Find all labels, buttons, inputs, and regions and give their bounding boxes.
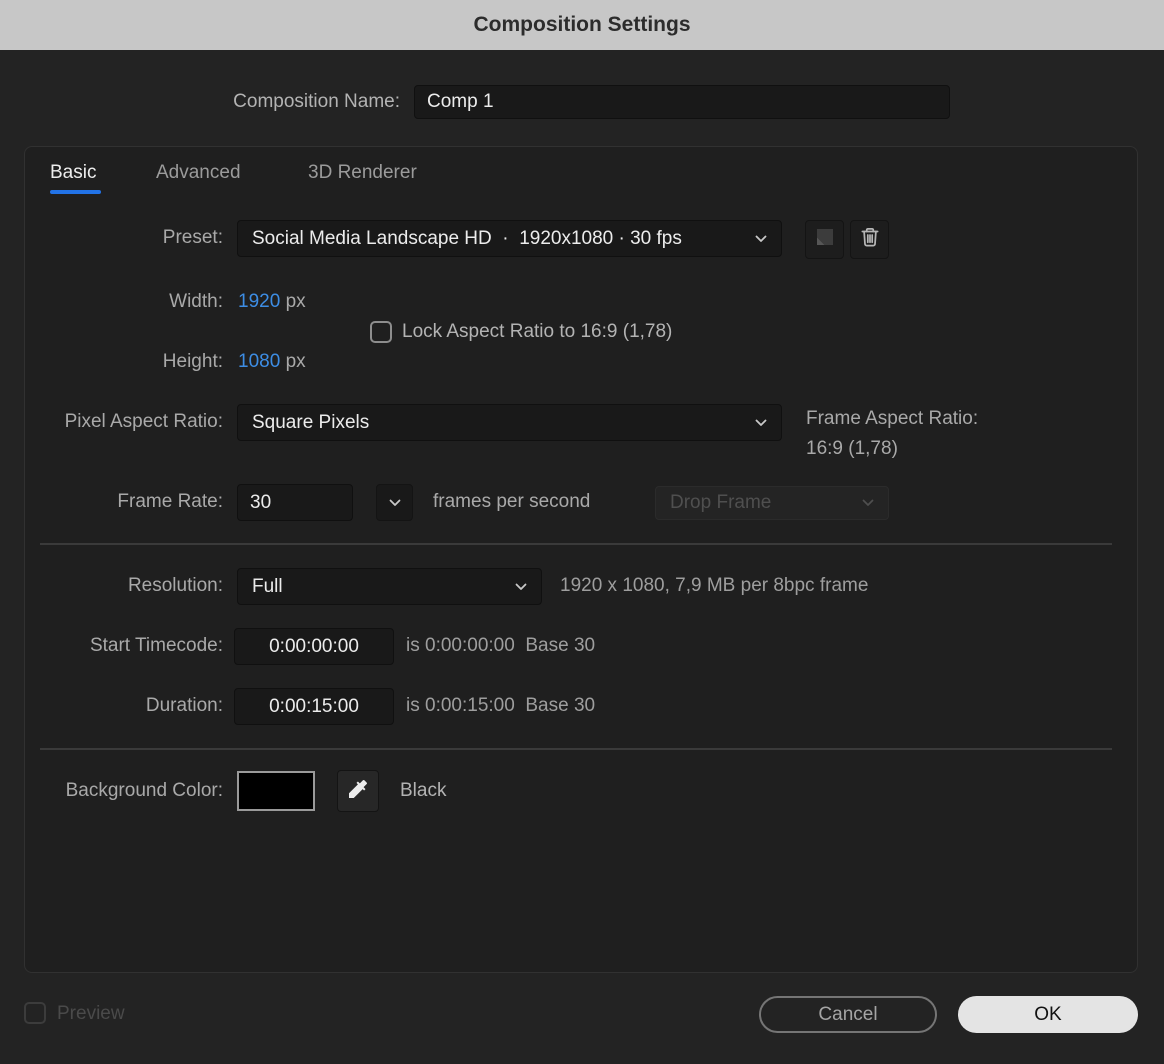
start-timecode-info: is 0:00:00:00 Base 30 — [406, 635, 596, 656]
save-preset-icon — [812, 224, 838, 255]
pixel-aspect-ratio-label: Pixel Aspect Ratio: — [64, 411, 223, 432]
frame-aspect-ratio-label: Frame Aspect Ratio: — [806, 408, 979, 429]
frame-aspect-ratio-value: 16:9 (1,78) — [806, 438, 898, 459]
width-field[interactable]: 1920 px — [238, 290, 306, 314]
duration-info: is 0:00:15:00 Base 30 — [406, 695, 596, 716]
eyedropper-icon — [346, 777, 370, 806]
preview-checkbox — [24, 1002, 46, 1024]
tab-basic[interactable]: Basic — [50, 160, 96, 186]
height-unit: px — [285, 351, 306, 372]
height-label: Height: — [162, 351, 223, 372]
background-color-swatch[interactable] — [237, 771, 315, 811]
tab-3d-renderer[interactable]: 3D Renderer — [308, 160, 417, 186]
section-divider — [40, 543, 1112, 545]
preset-label: Preset: — [162, 227, 223, 248]
chevron-down-icon — [753, 415, 781, 431]
drop-frame-value: Drop Frame — [670, 492, 772, 513]
lock-aspect-ratio-checkbox[interactable] — [370, 321, 392, 343]
drop-frame-dropdown: Drop Frame — [655, 486, 889, 520]
width-label: Width: — [169, 291, 223, 312]
duration-input[interactable] — [234, 688, 394, 725]
preset-dropdown[interactable]: Social Media Landscape HD · 1920x1080 · … — [237, 220, 782, 257]
pixel-aspect-ratio-value: Square Pixels — [252, 411, 370, 433]
chevron-down-icon — [387, 495, 403, 511]
tab-advanced[interactable]: Advanced — [156, 160, 241, 186]
delete-preset-button[interactable] — [850, 220, 889, 259]
composition-settings-dialog: Composition Settings Composition Name: B… — [0, 0, 1164, 1064]
save-preset-button[interactable] — [805, 220, 844, 259]
cancel-button[interactable]: Cancel — [759, 996, 937, 1033]
resolution-info: 1920 x 1080, 7,9 MB per 8bpc frame — [560, 575, 869, 596]
background-color-name: Black — [400, 780, 447, 801]
section-divider — [40, 748, 1112, 750]
width-value[interactable]: 1920 — [238, 291, 280, 312]
chevron-down-icon — [753, 231, 781, 247]
settings-panel — [24, 146, 1138, 973]
resolution-dropdown[interactable]: Full — [237, 568, 542, 605]
start-timecode-input[interactable] — [234, 628, 394, 665]
preset-value: Social Media Landscape HD · 1920x1080 · … — [252, 227, 682, 249]
lock-aspect-ratio-label: Lock Aspect Ratio to 16:9 (1,78) — [402, 321, 673, 342]
composition-name-label: Composition Name: — [233, 91, 400, 112]
preview-label: Preview — [57, 1003, 125, 1024]
eyedropper-button[interactable] — [337, 770, 379, 812]
trash-icon — [858, 225, 882, 254]
frames-per-second-label: frames per second — [433, 491, 591, 512]
pixel-aspect-ratio-dropdown[interactable]: Square Pixels — [237, 404, 782, 441]
start-timecode-label: Start Timecode: — [89, 635, 223, 656]
composition-name-input[interactable] — [414, 85, 950, 119]
background-color-label: Background Color: — [65, 780, 223, 801]
height-field[interactable]: 1080 px — [238, 350, 306, 374]
frame-rate-input[interactable] — [237, 484, 353, 521]
ok-button[interactable]: OK — [958, 996, 1138, 1033]
chevron-down-icon — [860, 495, 888, 511]
height-value[interactable]: 1080 — [238, 351, 280, 372]
resolution-label: Resolution: — [127, 575, 223, 596]
tab-basic-active-underline — [50, 190, 101, 194]
width-unit: px — [285, 291, 306, 312]
title-bar: Composition Settings — [0, 0, 1164, 50]
dialog-title: Composition Settings — [473, 13, 691, 36]
frame-rate-dropdown-button[interactable] — [376, 484, 413, 521]
frame-rate-label: Frame Rate: — [117, 491, 223, 512]
duration-label: Duration: — [145, 695, 223, 716]
chevron-down-icon — [513, 579, 541, 595]
resolution-value: Full — [252, 575, 283, 597]
